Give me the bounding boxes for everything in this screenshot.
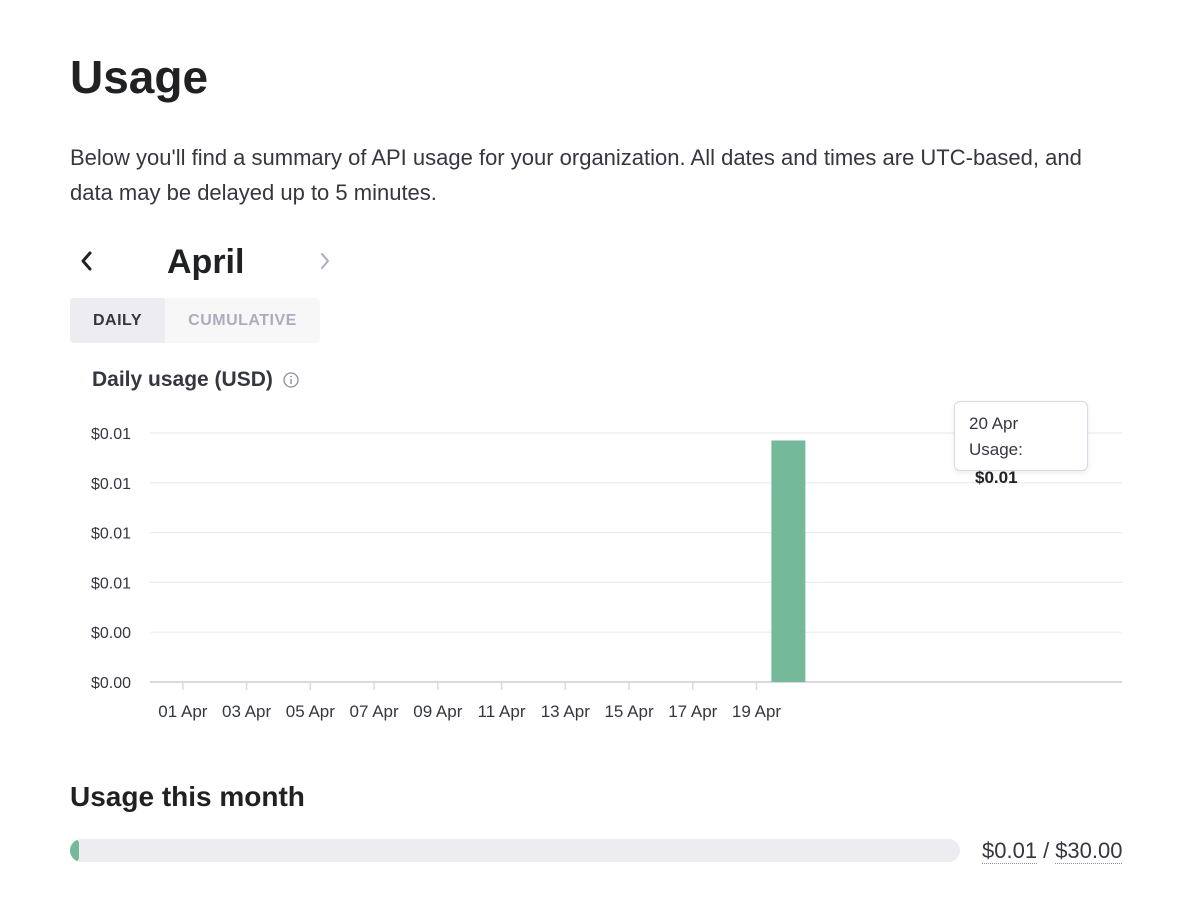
month-navigator: April [70, 240, 350, 284]
x-tick-label: 17 Apr [668, 702, 717, 721]
usage-amount: $0.01/$30.00 [982, 836, 1123, 866]
chart-title-row: Daily usage (USD) [92, 366, 299, 394]
view-tabs: DAILY CUMULATIVE [70, 298, 320, 343]
tooltip-usage-label: Usage: [969, 440, 1023, 459]
x-tick-label: 19 Apr [732, 702, 781, 721]
chevron-right-icon [321, 253, 329, 269]
x-tick-label: 01 Apr [158, 702, 207, 721]
usage-this-month-title: Usage this month [70, 781, 305, 812]
y-tick-label: $0.01 [91, 426, 131, 443]
page-title: Usage [70, 51, 209, 103]
y-tick-label: $0.01 [91, 526, 131, 543]
tooltip-usage-value: $0.01 [975, 468, 1018, 487]
tooltip-usage-row: Usage: $0.01 [969, 436, 1073, 492]
chevron-left-icon [81, 251, 92, 271]
y-tick-label: $0.00 [91, 625, 131, 642]
page-description: Below you'll find a summary of API usage… [70, 145, 1082, 205]
x-tick-label: 11 Apr [478, 702, 526, 721]
tab-daily[interactable]: DAILY [70, 298, 165, 343]
chart-title: Daily usage (USD) [92, 368, 273, 391]
tab-cumulative[interactable]: CUMULATIVE [165, 298, 320, 343]
x-tick-label: 07 Apr [350, 702, 399, 721]
usage-separator: / [1043, 838, 1050, 863]
x-tick-label: 15 Apr [604, 702, 653, 721]
x-tick-label: 09 Apr [413, 702, 462, 721]
usage-bar [771, 440, 806, 682]
y-tick-label: $0.01 [91, 476, 131, 493]
x-tick-label: 13 Apr [541, 702, 590, 721]
tooltip-date: 20 Apr [969, 414, 1019, 433]
usage-limit-value[interactable]: $30.00 [1055, 838, 1123, 864]
info-icon[interactable] [283, 372, 299, 388]
current-month-label: April [167, 243, 245, 281]
usage-progress-bar [70, 839, 960, 862]
usage-progress-fill [70, 839, 79, 862]
next-month-button[interactable] [310, 246, 340, 276]
x-tick-label: 05 Apr [286, 702, 335, 721]
previous-month-button[interactable] [72, 246, 102, 276]
chart-tooltip: 20 Apr Usage: $0.01 [954, 401, 1088, 487]
usage-used-value[interactable]: $0.01 [982, 838, 1038, 864]
y-tick-label: $0.00 [91, 675, 131, 692]
y-tick-label: $0.01 [91, 575, 131, 592]
x-tick-label: 03 Apr [222, 702, 271, 721]
